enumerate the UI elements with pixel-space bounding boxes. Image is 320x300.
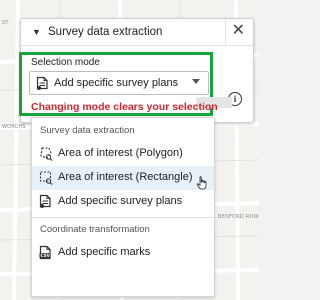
- header-divider: [225, 19, 226, 45]
- caret-down-icon[interactable]: ▼: [32, 27, 41, 37]
- street-label: BEDFORD ROW: [218, 214, 259, 220]
- option-label: Add specific marks: [58, 246, 151, 258]
- option-add-survey-plans[interactable]: Add specific survey plans: [32, 190, 214, 214]
- option-area-polygon[interactable]: Area of interest (Polygon): [32, 142, 214, 166]
- svg-text:CSV: CSV: [41, 253, 51, 258]
- polygon-select-icon: [39, 146, 53, 166]
- selection-mode-dropdown: Survey data extraction Area of interest …: [31, 117, 215, 297]
- selection-mode-select[interactable]: Add specific survey plans: [29, 71, 209, 95]
- street-label: WORCHS: [2, 124, 26, 130]
- survey-plan-icon: [39, 194, 52, 213]
- option-label: Add specific survey plans: [58, 195, 183, 207]
- group-label-survey: Survey data extraction: [40, 125, 135, 136]
- panel-header[interactable]: ▼ Survey data extraction ✕: [21, 19, 253, 46]
- street-label: ST: [2, 20, 9, 26]
- option-label: Area of interest (Polygon): [58, 147, 183, 159]
- csv-marks-icon: CSV: [39, 245, 52, 265]
- hand-cursor-icon: [196, 176, 208, 195]
- group-separator: [32, 217, 214, 218]
- mode-change-warning: Changing mode clears your selection: [31, 101, 218, 113]
- option-add-specific-marks[interactable]: CSV Add specific marks: [32, 241, 214, 265]
- close-icon[interactable]: ✕: [232, 23, 245, 39]
- panel-title: Survey data extraction: [48, 26, 163, 38]
- selection-mode-label: Selection mode: [31, 57, 100, 68]
- survey-plan-icon: [36, 76, 49, 95]
- group-label-coordinate: Coordinate transformation: [40, 224, 150, 235]
- selection-mode-value: Add specific survey plans: [54, 77, 179, 89]
- option-label: Area of interest (Rectangle): [58, 171, 193, 183]
- rectangle-select-icon: [39, 170, 53, 190]
- option-area-rectangle[interactable]: Area of interest (Rectangle): [32, 166, 214, 190]
- chevron-down-icon: [192, 79, 200, 84]
